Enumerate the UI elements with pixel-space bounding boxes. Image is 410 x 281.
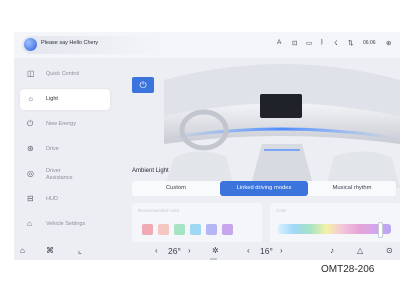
sidebar-item-label: New Energy (46, 121, 76, 127)
bottom-dock: ⌂ ⌘ ⌞ ‹ 26° › ✲ auto ‹ 16° › ♪ △ ⊙ (14, 242, 400, 260)
fan-mode-label: auto (210, 257, 217, 260)
sidebar-item-hud[interactable]: ⊟ HUD (20, 189, 110, 210)
battery-status-icon: ▭ (306, 40, 313, 47)
sidebar-item-light[interactable]: ☼ Light (20, 89, 110, 110)
wifi-icon: ☇ (334, 40, 338, 47)
color-label: Color (276, 208, 287, 213)
left-temperature: 26° (168, 246, 181, 256)
voice-prompt: Please say Hello Chery (41, 40, 99, 46)
right-temperature: 16° (260, 246, 273, 256)
a-status-icon: A (277, 39, 282, 46)
top-status-bar: Please say Hello Chery A ⊡ ▭ ᛒ ☇ ⇅ 06:06… (14, 32, 400, 58)
mode-linked-driving[interactable]: Linked driving modes (220, 181, 308, 196)
settings-sidebar: ◫ Quick Control ☼ Light ⏻ New Energy ⊛ D… (14, 58, 118, 242)
hazard-warning-icon[interactable]: △ (357, 245, 363, 257)
sidebar-item-label: Quick Control (46, 71, 80, 77)
sidebar-item-label: Drive (46, 146, 59, 152)
sidebar-item-vehicle-settings[interactable]: ⌂ Vehicle Settings (20, 214, 110, 235)
sidebar-item-quick-control[interactable]: ◫ Quick Control (20, 64, 110, 85)
hud-icon: ⊟ (27, 194, 34, 203)
figure-caption: OMT28-206 (321, 264, 375, 275)
right-temp-increase[interactable]: › (280, 245, 283, 257)
color-swatch[interactable] (222, 224, 233, 235)
seat-icon[interactable]: ⌞ (78, 245, 82, 257)
steering-wheel-heat-icon[interactable]: ⊙ (386, 245, 393, 257)
color-swatch[interactable] (190, 224, 201, 235)
center-display (260, 94, 302, 118)
signal-icon: ⇅ (348, 40, 354, 47)
screen-status-icon: ⊡ (292, 40, 298, 47)
voice-assistant-icon[interactable] (24, 38, 37, 51)
sidebar-item-label: HUD (46, 196, 58, 202)
ambient-light-title: Ambient Light (132, 168, 169, 174)
mode-musical-rhythm[interactable]: Musical rhythm (308, 181, 396, 196)
car-interior-illustration (164, 64, 400, 188)
power-icon: ⏻ (139, 80, 147, 90)
driver-assistance-icon: ◎ (27, 169, 34, 178)
left-temp-decrease[interactable]: ‹ (155, 245, 158, 257)
color-card: Color (270, 203, 400, 243)
infotainment-screen: Please say Hello Chery A ⊡ ▭ ᛒ ☇ ⇅ 06:06… (14, 32, 400, 260)
color-slider-handle[interactable] (377, 222, 383, 238)
ambient-power-button[interactable]: ⏻ (132, 77, 154, 93)
color-slider[interactable] (278, 224, 391, 234)
sidebar-item-label: Light (46, 96, 58, 102)
drive-icon: ⊛ (27, 144, 34, 153)
clock: 06:06 (363, 40, 376, 46)
color-swatch[interactable] (206, 224, 217, 235)
home-icon[interactable]: ⌂ (20, 245, 25, 257)
sidebar-item-label: Vehicle Settings (46, 221, 86, 227)
quick-control-icon: ◫ (27, 69, 35, 78)
sidebar-item-label: Driver Assistance (46, 168, 73, 181)
left-temp-increase[interactable]: › (188, 245, 191, 257)
sidebar-item-driver-assistance[interactable]: ◎ Driver Assistance (20, 164, 110, 185)
color-swatch[interactable] (142, 224, 153, 235)
mode-custom[interactable]: Custom (132, 181, 220, 196)
sidebar-item-new-energy[interactable]: ⏻ New Energy (20, 114, 110, 135)
recommended-color-label: Recommended color (138, 208, 180, 213)
new-energy-icon: ⏻ (27, 119, 34, 128)
bluetooth-icon: ᛒ (320, 39, 324, 46)
seat-heat-icon[interactable]: ♪ (330, 245, 334, 257)
light-icon: ☼ (27, 94, 35, 103)
ambient-mode-selector: Custom Linked driving modes Musical rhyt… (132, 181, 396, 196)
recommended-color-card: Recommended color (132, 203, 262, 243)
settings-icon[interactable]: ⊕ (386, 39, 391, 47)
sidebar-item-drive[interactable]: ⊛ Drive (20, 139, 110, 160)
vehicle-settings-icon: ⌂ (27, 219, 32, 228)
apps-icon[interactable]: ⌘ (46, 245, 54, 257)
color-swatch[interactable] (174, 224, 185, 235)
right-temp-decrease[interactable]: ‹ (247, 245, 250, 257)
color-swatch[interactable] (158, 224, 169, 235)
